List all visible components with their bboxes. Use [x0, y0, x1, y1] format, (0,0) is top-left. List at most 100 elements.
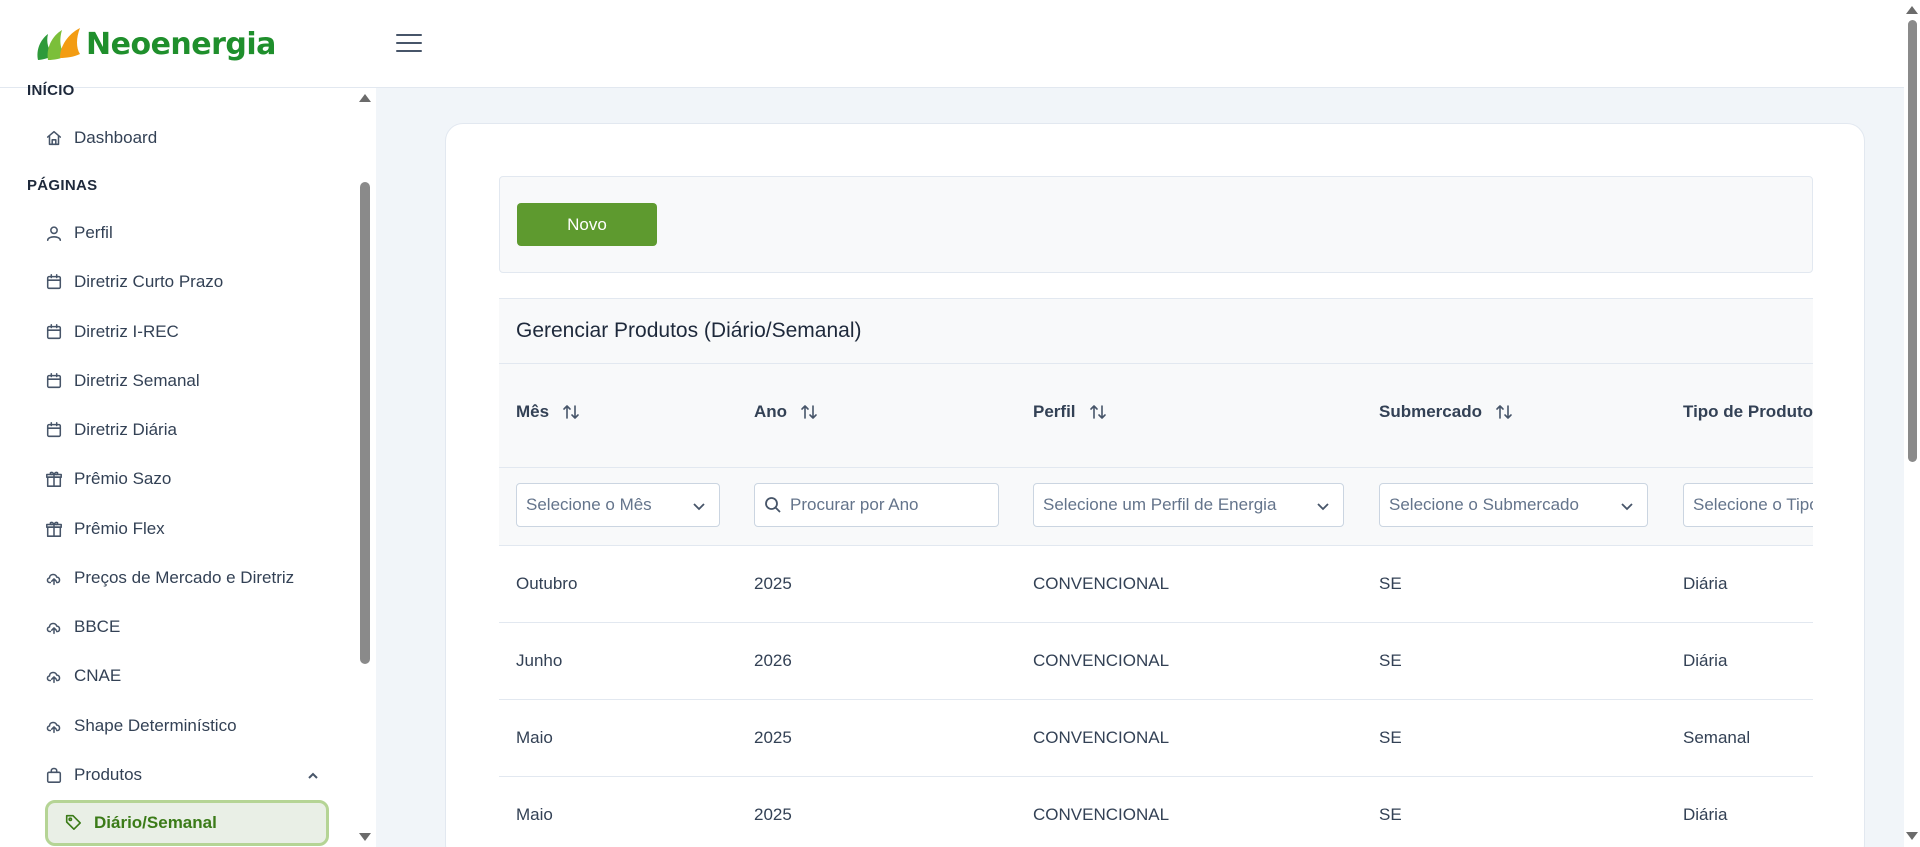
- section-title-paginas: PÁGINAS: [27, 177, 98, 194]
- profile-filter-placeholder: Selecione um Perfil de Energia: [1043, 495, 1277, 514]
- hamburger-menu-icon[interactable]: [394, 30, 424, 56]
- sidebar-scrollbar-thumb[interactable]: [360, 182, 370, 664]
- cell-product-type: Diária: [1683, 574, 1728, 593]
- sidebar-item-premio-sazo[interactable]: Prêmio Sazo: [44, 459, 330, 499]
- column-header-submercado[interactable]: Submercado: [1379, 402, 1514, 422]
- sidebar-item-dashboard[interactable]: Dashboard: [44, 118, 330, 158]
- sidebar-item-label: Prêmio Flex: [74, 519, 165, 538]
- column-header-mes[interactable]: Mês: [516, 402, 581, 422]
- cloud-upload-icon: [44, 568, 64, 588]
- table-title: Gerenciar Produtos (Diário/Semanal): [516, 319, 862, 342]
- home-icon: [44, 128, 64, 148]
- product-type-filter-select[interactable]: Selecione o Tipo: [1683, 483, 1813, 527]
- sort-icon: [1494, 402, 1514, 422]
- table-row[interactable]: Outubro 2025 CONVENCIONAL SE Diária: [499, 546, 1813, 623]
- cell-profile: CONVENCIONAL: [1033, 805, 1170, 824]
- cell-submarket: SE: [1379, 651, 1402, 670]
- column-label: Submercado: [1379, 402, 1482, 421]
- cloud-upload-icon: [44, 716, 64, 736]
- cell-month: Junho: [516, 651, 563, 670]
- cell-profile: CONVENCIONAL: [1033, 574, 1170, 593]
- year-search-placeholder: Procurar por Ano: [790, 495, 919, 514]
- sidebar-item-bbce[interactable]: BBCE: [44, 607, 330, 647]
- top-bar: Neoenergia: [0, 0, 1920, 88]
- sidebar-item-perfil[interactable]: Perfil: [44, 213, 330, 253]
- column-header-ano[interactable]: Ano: [754, 402, 819, 422]
- toolbar: [499, 176, 1813, 273]
- sidebar-item-label: Preços de Mercado e Diretriz: [74, 568, 295, 587]
- page-scroll-up-arrow-icon[interactable]: [1906, 6, 1918, 14]
- sidebar-item-label: Diretriz Diária: [74, 420, 177, 439]
- cell-submarket: SE: [1379, 805, 1402, 824]
- cell-month: Maio: [516, 728, 553, 747]
- scroll-down-arrow-icon[interactable]: [359, 833, 371, 841]
- brand-logo[interactable]: Neoenergia: [34, 20, 276, 68]
- new-button[interactable]: Novo: [517, 203, 657, 246]
- sidebar-item-cnae[interactable]: CNAE: [44, 656, 330, 696]
- sidebar-item-label: Diretriz I-REC: [74, 322, 179, 341]
- table-row[interactable]: Junho 2026 CONVENCIONAL SE Diária: [499, 623, 1813, 700]
- sidebar-item-diretriz-diaria[interactable]: Diretriz Diária: [44, 410, 330, 450]
- gift-icon: [44, 519, 64, 539]
- sidebar-item-label: Produtos: [74, 765, 143, 784]
- column-label: Perfil: [1033, 402, 1076, 421]
- sidebar-item-label: Prêmio Sazo: [74, 469, 172, 488]
- sidebar-item-precos-de-mercado[interactable]: Preços de Mercado e Diretriz: [44, 558, 330, 598]
- table-header-bar: Gerenciar Produtos (Diário/Semanal): [499, 298, 1813, 364]
- sidebar-item-label: Diretriz Semanal: [74, 371, 200, 390]
- cell-product-type: Semanal: [1683, 728, 1751, 747]
- cell-year: 2025: [754, 574, 792, 593]
- cell-month: Outubro: [516, 574, 578, 593]
- calendar-icon: [44, 420, 64, 440]
- page-scroll-down-arrow-icon[interactable]: [1906, 832, 1918, 840]
- scroll-up-arrow-icon[interactable]: [359, 94, 371, 102]
- cell-profile: CONVENCIONAL: [1033, 651, 1170, 670]
- page-scrollbar-thumb[interactable]: [1908, 20, 1917, 462]
- flame-leaves-logo-icon: [37, 28, 80, 60]
- sidebar-item-diretriz-curto-prazo[interactable]: Diretriz Curto Prazo: [44, 262, 330, 302]
- submarket-filter-select[interactable]: Selecione o Submercado: [1379, 483, 1648, 527]
- products-table: Gerenciar Produtos (Diário/Semanal) Mês …: [499, 298, 1813, 847]
- sidebar-item-label: Perfil: [74, 223, 113, 242]
- user-icon: [44, 223, 64, 243]
- sidebar-item-produtos[interactable]: Produtos: [44, 755, 330, 795]
- sidebar-item-diretriz-semanal[interactable]: Diretriz Semanal: [44, 361, 330, 401]
- table-filter-row: Selecione o Mês Procurar por Ano Selecio…: [499, 468, 1813, 546]
- cell-product-type: Diária: [1683, 651, 1728, 670]
- search-icon: [764, 496, 782, 514]
- tag-icon: [64, 813, 84, 833]
- column-header-tipo-de-produto[interactable]: Tipo de Produto: [1683, 402, 1813, 422]
- shopping-bag-icon: [44, 765, 64, 785]
- month-filter-select[interactable]: Selecione o Mês: [516, 483, 720, 527]
- chevron-up-icon: [306, 768, 320, 782]
- cell-month: Maio: [516, 805, 553, 824]
- submarket-filter-placeholder: Selecione o Submercado: [1389, 495, 1579, 514]
- column-label: Mês: [516, 402, 550, 421]
- sidebar-item-label: Dashboard: [74, 128, 158, 147]
- product-type-filter-placeholder: Selecione o Tipo: [1693, 495, 1813, 514]
- year-search-input[interactable]: Procurar por Ano: [754, 483, 999, 527]
- sidebar-item-label: Shape Determinístico: [74, 716, 237, 735]
- chevron-down-icon: [691, 498, 707, 514]
- column-header-perfil[interactable]: Perfil: [1033, 402, 1108, 422]
- sidebar-item-shape-deterministico[interactable]: Shape Determinístico: [44, 706, 330, 746]
- sidebar-item-label: BBCE: [74, 617, 121, 636]
- table-column-headers: Mês Ano Perfil Submercado Tipo de Produt…: [499, 364, 1813, 468]
- cell-year: 2026: [754, 651, 792, 670]
- calendar-icon: [44, 371, 64, 391]
- brand-name: Neoenergia: [86, 26, 276, 62]
- sidebar-item-diretriz-i-rec[interactable]: Diretriz I-REC: [44, 312, 330, 352]
- sidebar-item-diario-semanal[interactable]: Diário/Semanal: [45, 800, 329, 846]
- sidebar-item-label: CNAE: [74, 666, 122, 685]
- cloud-upload-icon: [44, 666, 64, 686]
- column-label: Tipo de Produto: [1683, 402, 1813, 421]
- profile-filter-select[interactable]: Selecione um Perfil de Energia: [1033, 483, 1344, 527]
- sidebar-item-label: Diretriz Curto Prazo: [74, 272, 224, 291]
- cell-year: 2025: [754, 728, 792, 747]
- sidebar-item-premio-flex[interactable]: Prêmio Flex: [44, 509, 330, 549]
- cell-year: 2025: [754, 805, 792, 824]
- sidebar-item-label: Diário/Semanal: [94, 813, 217, 832]
- table-row[interactable]: Maio 2025 CONVENCIONAL SE Semanal: [499, 700, 1813, 777]
- table-row[interactable]: Maio 2025 CONVENCIONAL SE Diária: [499, 777, 1813, 847]
- sort-icon: [1088, 402, 1108, 422]
